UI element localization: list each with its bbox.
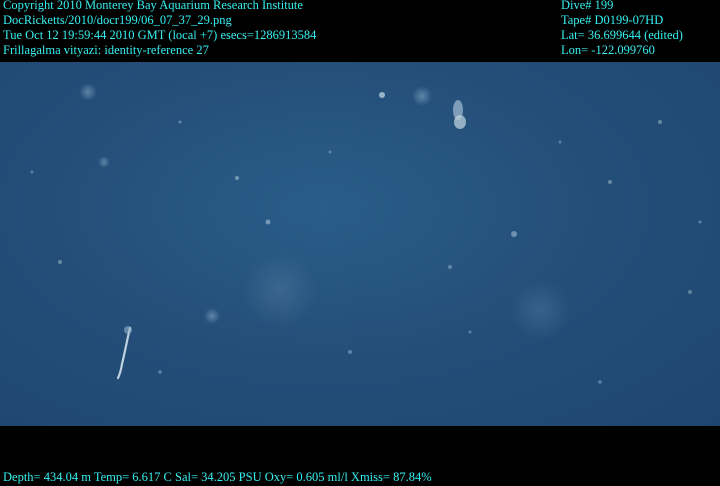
marine-snow-particle: [658, 120, 662, 124]
marine-snow-particle: [379, 92, 385, 98]
marine-snow-particle: [178, 120, 182, 124]
marine-snow-particle: [412, 86, 432, 106]
footer-overlay: Depth= 434.04 m Temp= 6.617 C Sal= 34.20…: [3, 470, 432, 485]
header-right-overlay: Dive# 199 Tape# D0199-07HD Lat= 36.69964…: [561, 0, 683, 58]
identity-text: Frillagalma vityazi: identity-reference …: [3, 43, 209, 57]
lower-black-band: [0, 426, 720, 470]
marine-snow-particle: [468, 330, 472, 334]
marine-snow-particle: [328, 150, 332, 154]
latitude: Lat= 36.699644 (edited): [561, 28, 683, 42]
tape-number: Tape# D0199-07HD: [561, 13, 664, 27]
out-of-focus-particle: [242, 252, 318, 328]
header-left-overlay: Copyright 2010 Monterey Bay Aquarium Res…: [3, 0, 316, 58]
marine-snow-particle: [348, 350, 352, 354]
marine-snow-particle: [79, 83, 97, 101]
marine-snow-particle: [58, 260, 62, 264]
out-of-focus-particle: [510, 280, 570, 340]
marine-snow-particle: [204, 308, 220, 324]
siphonophore-organism: [453, 100, 466, 129]
marine-snow-particle: [558, 140, 562, 144]
marine-snow-particle: [265, 219, 271, 225]
copyright-text: Copyright 2010 Monterey Bay Aquarium Res…: [3, 0, 303, 12]
video-frame: Copyright 2010 Monterey Bay Aquarium Res…: [0, 0, 720, 486]
scene-graphics: [30, 83, 702, 384]
marine-snow-particle: [598, 380, 602, 384]
marine-snow-particle: [235, 176, 239, 180]
filename-text: DocRicketts/2010/docr199/06_07_37_29.png: [3, 13, 232, 27]
marine-snow-particle: [688, 290, 692, 294]
marine-snow-particle: [30, 170, 34, 174]
marine-snow-particle: [698, 220, 702, 224]
marine-snow-particle: [158, 370, 162, 374]
telemetry-readout: Depth= 434.04 m Temp= 6.617 C Sal= 34.20…: [3, 470, 432, 484]
longitude: Lon= -122.099760: [561, 43, 655, 57]
marine-snow-particle: [98, 156, 110, 168]
marine-snow-particle: [448, 265, 452, 269]
timestamp-text: Tue Oct 12 19:59:44 2010 GMT (local +7) …: [3, 28, 317, 42]
dive-number: Dive# 199: [561, 0, 614, 12]
marine-snow-particle: [608, 180, 612, 184]
frillagalma-specimen: [116, 326, 132, 380]
marine-snow-particle: [511, 231, 517, 237]
underwater-scene: [0, 62, 720, 426]
